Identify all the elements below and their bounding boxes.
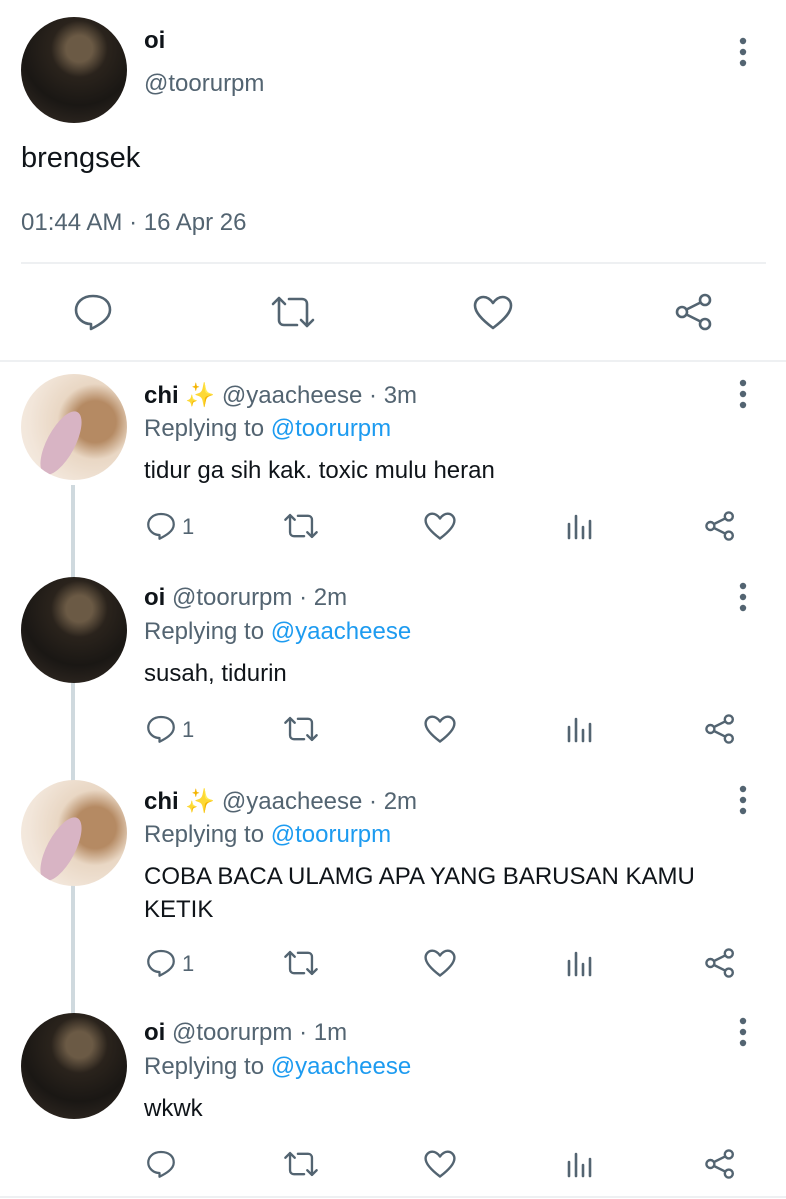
handle[interactable]: @yaacheese	[222, 788, 362, 815]
more-options-icon[interactable]	[739, 582, 747, 612]
replying-label: Replying to	[144, 821, 265, 848]
retweet-icon[interactable]	[270, 294, 316, 330]
replying-to-handle[interactable]: @yaacheese	[271, 1053, 411, 1080]
analytics-icon[interactable]	[566, 715, 594, 743]
handle[interactable]: @toorurpm	[144, 70, 264, 98]
share-icon[interactable]	[674, 293, 714, 331]
divider	[0, 360, 786, 362]
like-icon[interactable]	[424, 715, 456, 744]
reply-time: · 2m	[369, 788, 418, 815]
like-icon[interactable]	[424, 949, 456, 978]
share-icon[interactable]	[704, 1148, 736, 1180]
avatar[interactable]	[21, 577, 127, 683]
like-icon[interactable]	[424, 512, 456, 541]
reply-time: · 3m	[369, 382, 418, 409]
thread-line	[71, 485, 75, 1015]
display-name[interactable]: oi	[144, 1019, 165, 1046]
reply-count: 1	[182, 717, 195, 742]
reply-header: chi ✨ @yaacheese · 2m	[144, 787, 417, 816]
replying-label: Replying to	[144, 415, 265, 442]
reply-text: wkwk	[144, 1095, 203, 1122]
replying-label: Replying to	[144, 618, 265, 645]
reply-count: 1	[182, 514, 195, 539]
replying-to: Replying to @yaacheese	[144, 618, 411, 646]
avatar[interactable]	[21, 17, 127, 123]
retweet-icon[interactable]	[283, 714, 319, 744]
handle[interactable]: @toorurpm	[172, 584, 292, 611]
tweet-timestamp[interactable]: 01:44 AM · 16 Apr 26	[21, 209, 246, 237]
replying-to: Replying to @toorurpm	[144, 821, 391, 849]
replying-to: Replying to @yaacheese	[144, 1053, 411, 1081]
reply-count: 1	[182, 951, 195, 976]
retweet-icon[interactable]	[283, 1149, 319, 1179]
analytics-icon[interactable]	[566, 1150, 594, 1178]
reply-time: · 1m	[299, 1019, 348, 1046]
handle[interactable]: @toorurpm	[172, 1019, 292, 1046]
reply-header: chi ✨ @yaacheese · 3m	[144, 381, 417, 410]
share-icon[interactable]	[704, 510, 736, 542]
replying-to: Replying to @toorurpm	[144, 415, 391, 443]
reply-icon[interactable]	[73, 293, 113, 331]
analytics-icon[interactable]	[566, 949, 594, 977]
more-options-icon[interactable]	[739, 1017, 747, 1047]
divider	[21, 262, 766, 264]
replying-to-handle[interactable]: @toorurpm	[271, 821, 391, 848]
avatar[interactable]	[21, 1013, 127, 1119]
display-name[interactable]: chi ✨	[144, 788, 215, 815]
reply-header: oi @toorurpm · 1m	[144, 1019, 347, 1047]
display-name[interactable]: oi	[144, 584, 165, 611]
divider	[0, 1196, 786, 1198]
replying-to-handle[interactable]: @yaacheese	[271, 618, 411, 645]
like-icon[interactable]	[473, 295, 513, 331]
more-options-icon[interactable]	[739, 379, 747, 409]
share-icon[interactable]	[704, 947, 736, 979]
display-name[interactable]: chi ✨	[144, 382, 215, 409]
reply-icon[interactable]	[146, 511, 176, 541]
reply-icon[interactable]	[146, 714, 176, 744]
avatar[interactable]	[21, 780, 127, 886]
replying-label: Replying to	[144, 1053, 265, 1080]
replying-to-handle[interactable]: @toorurpm	[271, 415, 391, 442]
retweet-icon[interactable]	[283, 511, 319, 541]
more-options-icon[interactable]	[739, 785, 747, 815]
retweet-icon[interactable]	[283, 948, 319, 978]
reply-icon[interactable]	[146, 948, 176, 978]
reply-icon[interactable]	[146, 1149, 176, 1179]
avatar[interactable]	[21, 374, 127, 480]
share-icon[interactable]	[704, 713, 736, 745]
display-name[interactable]: oi	[144, 27, 165, 55]
handle[interactable]: @yaacheese	[222, 382, 362, 409]
analytics-icon[interactable]	[566, 512, 594, 540]
reply-text: tidur ga sih kak. toxic mulu heran	[144, 457, 495, 484]
like-icon[interactable]	[424, 1150, 456, 1179]
reply-text-line-2: KETIK	[144, 896, 214, 923]
reply-header: oi @toorurpm · 2m	[144, 584, 347, 612]
more-options-icon[interactable]	[739, 37, 747, 67]
reply-text: susah, tidurin	[144, 660, 287, 687]
reply-time: · 2m	[299, 584, 348, 611]
tweet-text: brengsek	[21, 142, 141, 174]
reply-text-line-1: COBA BACA ULAMG APA YANG BARUSAN KAMU	[144, 863, 695, 890]
